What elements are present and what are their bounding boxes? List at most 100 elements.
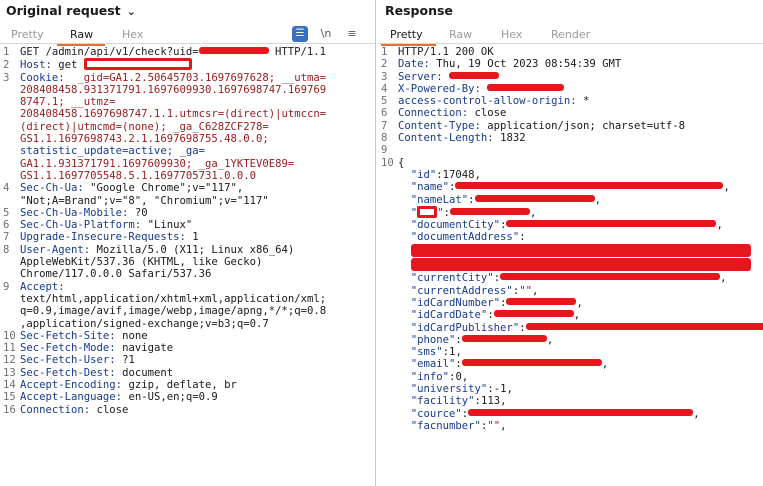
redaction-mark — [500, 273, 721, 281]
wrap-lines-icon[interactable]: ☰ — [292, 26, 308, 42]
line-number: 13 — [3, 366, 16, 379]
code-token: : — [468, 193, 475, 206]
code-token: , — [723, 181, 730, 194]
tab-request-hex[interactable]: Hex — [122, 28, 143, 41]
code-token: "facnumber" — [410, 419, 481, 432]
menu-icon[interactable]: ≡ — [344, 26, 360, 42]
code-token: "info" — [410, 370, 450, 383]
redaction-mark — [506, 297, 577, 305]
code-token: "idCardNumber" — [410, 296, 501, 309]
code-line: "info":0, — [381, 371, 763, 383]
code-token: 8747.1; __utmz= — [20, 96, 116, 109]
code-token: : — [493, 272, 501, 285]
code-token: , — [506, 383, 513, 396]
code-line: 1 HTTP/1.1 200 OK — [381, 46, 763, 58]
tab-response-hex[interactable]: Hex — [501, 28, 522, 41]
code-token: q=0.9,image/avif,image/webp,image/apng,*… — [20, 305, 327, 318]
code-token: "email" — [410, 358, 456, 371]
code-token: , — [529, 206, 537, 219]
redaction-mark — [83, 58, 192, 71]
code-token: : — [455, 358, 462, 371]
redaction-mark — [493, 310, 574, 318]
code-line: 1 GET /admin/api/v1/check?uid= HTTP/1.1 — [3, 46, 326, 58]
code-token: 208408458.931371791.1697609930.169769874… — [20, 83, 327, 96]
tab-response-raw[interactable]: Raw — [449, 28, 472, 41]
code-line: "email":, — [381, 358, 763, 370]
line-number: 15 — [3, 391, 16, 404]
code-line: 7 Content-Type: application/json; charset… — [381, 120, 763, 132]
code-token: get — [58, 59, 84, 72]
code-line: "facnumber":"", — [381, 420, 763, 432]
line-number: 11 — [3, 342, 16, 355]
code-token: Sec-Fetch-Dest: — [20, 366, 123, 379]
line-number: 7 — [3, 231, 10, 244]
code-token: Accept-Language: — [20, 391, 129, 404]
request-editor[interactable]: 1 GET /admin/api/v1/check?uid= HTTP/1.1 2 H… — [3, 46, 326, 416]
code-token: Connection: — [398, 107, 475, 120]
code-token: GS1.1.1697705548.5.1.1697705731.0.0.0 — [20, 169, 256, 182]
code-line: 208408458.1697698747.1.1.utmcsr=(direct)… — [3, 108, 326, 120]
code-token: "university" — [410, 383, 488, 396]
redaction-mark — [417, 205, 438, 218]
tab-response-render[interactable]: Render — [551, 28, 590, 41]
code-line: statistic_update=active; _ga= — [3, 145, 326, 157]
code-line: "Not;A=Brand";v="8", "Chromium";v="117" — [3, 195, 326, 207]
line-number: 5 — [3, 206, 10, 219]
newline-toggle-icon[interactable]: \n — [318, 26, 334, 42]
code-token: Content-Type: — [398, 119, 488, 132]
code-line: (direct)|utmcmd=(none); _ga_C628ZCF278= — [3, 121, 326, 133]
code-line: q=0.9,image/avif,image/webp,image/apng,*… — [3, 305, 326, 317]
code-token: , — [601, 358, 609, 371]
request-title[interactable]: Original request ⌄ — [6, 3, 136, 18]
code-line: 9 — [381, 144, 763, 156]
code-line: 5 access-control-allow-origin: * — [381, 95, 763, 107]
tab-request-raw[interactable]: Raw — [70, 28, 93, 41]
chevron-down-icon[interactable]: ⌄ — [127, 5, 136, 18]
tab-response-pretty[interactable]: Pretty — [390, 28, 423, 41]
code-token: Sec-Fetch-User: — [20, 354, 123, 367]
code-token: : — [443, 206, 450, 219]
code-token: Cookie: — [20, 71, 72, 84]
code-token: , — [474, 168, 481, 181]
line-number: 4 — [381, 82, 388, 95]
response-editor[interactable]: 1 HTTP/1.1 200 OK 2 Date: Thu, 19 Oct 2023 … — [381, 46, 763, 432]
code-line — [381, 258, 763, 272]
code-line: " ":, — [381, 205, 763, 219]
code-line: 10 { — [381, 157, 763, 169]
code-token: "idCardDate" — [410, 309, 488, 322]
redaction-mark — [474, 194, 595, 202]
code-token: "name" — [410, 181, 450, 194]
line-number: 6 — [381, 107, 388, 120]
code-token: "Not;A=Brand";v="8", "Chromium";v="117" — [20, 194, 269, 207]
code-token: 1 — [192, 231, 199, 244]
code-line: "idCardNumber":, — [381, 297, 763, 309]
code-token: GA1.1.931371791.1697609930; _ga_1YKTEV0E… — [20, 157, 295, 170]
code-line: 12 Sec-Fetch-User: ?1 — [3, 354, 326, 366]
code-token: "Google Chrome";v="117", — [90, 182, 244, 195]
code-line: "nameLat":, — [381, 194, 763, 206]
code-line: 208408458.931371791.1697609930.169769874… — [3, 84, 326, 96]
code-token: _gid=GA1.2.50645703.1697697628; __utma= — [71, 71, 327, 84]
redaction-mark — [487, 83, 565, 91]
code-token: Connection: — [20, 403, 97, 416]
code-token: , — [720, 272, 727, 285]
code-token: Date: — [398, 58, 437, 71]
code-line: "sms":1, — [381, 346, 763, 358]
line-number: 1 — [3, 46, 10, 58]
redaction-mark — [461, 334, 547, 342]
tab-request-pretty[interactable]: Pretty — [11, 28, 44, 41]
